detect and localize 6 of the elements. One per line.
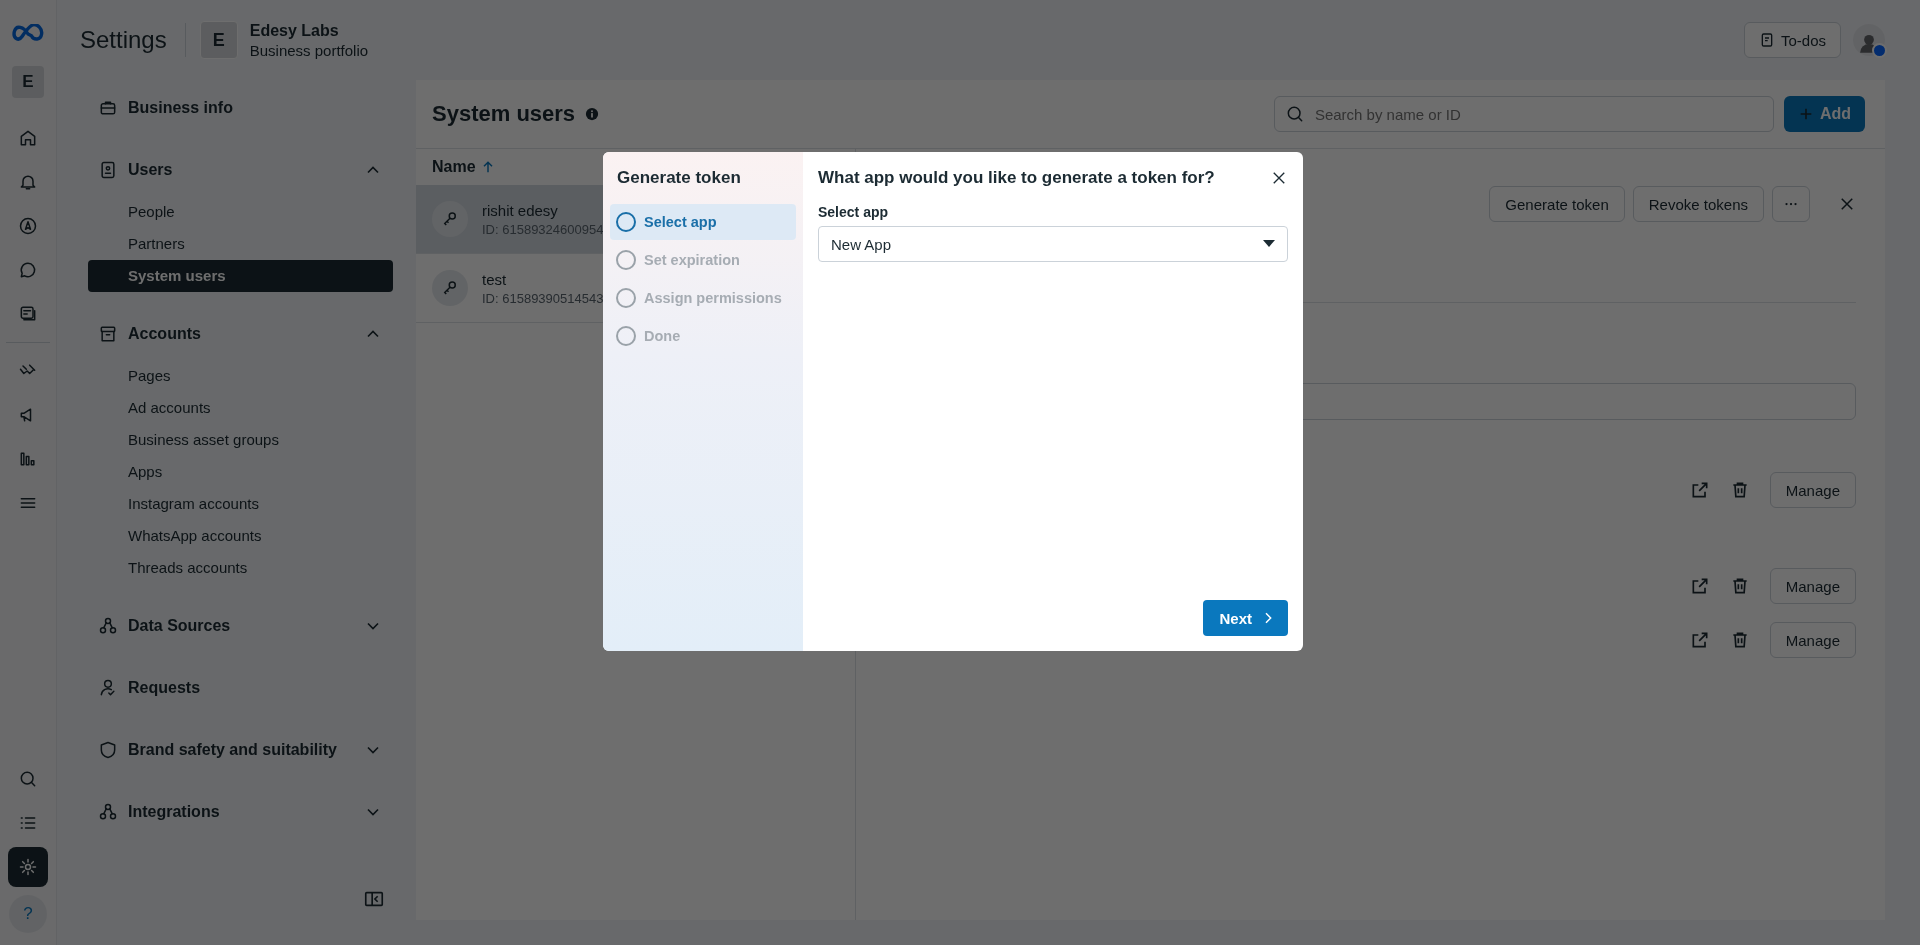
dialog-question: What app would you like to generate a token for? bbox=[818, 168, 1215, 188]
section-title: System users bbox=[432, 101, 576, 127]
dialog-title: Generate token bbox=[616, 168, 742, 188]
field-label: Select app bbox=[818, 204, 890, 220]
page-title: Settings bbox=[80, 26, 167, 54]
portfolio-subtitle: Business portfolio bbox=[249, 41, 369, 59]
